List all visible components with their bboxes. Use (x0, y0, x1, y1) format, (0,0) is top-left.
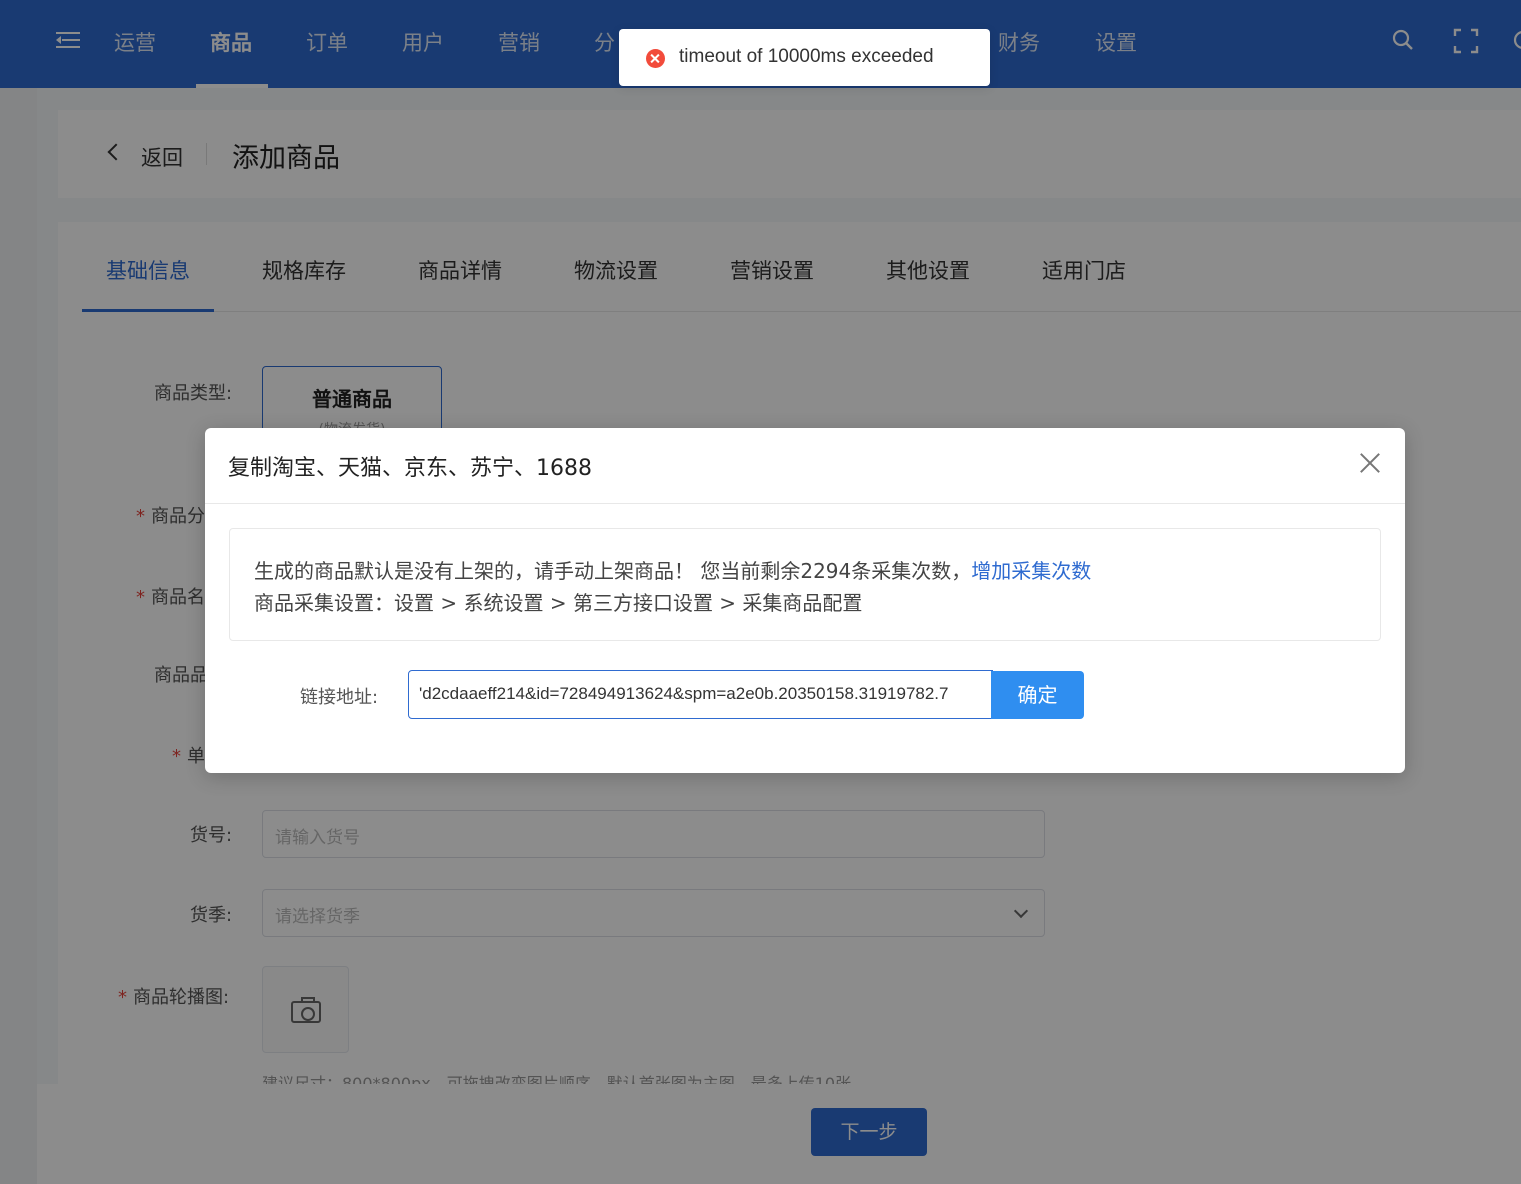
notice-box: 生成的商品默认是没有上架的，请手动上架商品！ 您当前剩余2294条采集次数，增加… (229, 528, 1381, 641)
toast-message: timeout of 10000ms exceeded (679, 46, 934, 67)
close-icon[interactable] (1357, 450, 1383, 476)
link-address-input[interactable]: 'd2cdaaeff214&id=728494913624&spm=a2e0b.… (408, 670, 993, 719)
confirm-button[interactable]: 确定 (991, 671, 1084, 719)
link-address-label: 链接地址: (300, 687, 379, 708)
error-icon (646, 49, 665, 68)
dialog-divider (205, 503, 1405, 504)
notice-line-1: 生成的商品默认是没有上架的，请手动上架商品！ 您当前剩余2294条采集次数，增加… (254, 559, 1092, 583)
notice-line-2: 商品采集设置：设置 > 系统设置 > 第三方接口设置 > 采集商品配置 (254, 591, 863, 615)
dialog-title: 复制淘宝、天猫、京东、苏宁、1688 (228, 456, 592, 481)
copy-product-dialog: 复制淘宝、天猫、京东、苏宁、1688 生成的商品默认是没有上架的，请手动上架商品… (205, 428, 1405, 773)
add-collect-times-link[interactable]: 增加采集次数 (971, 559, 1091, 583)
error-toast: timeout of 10000ms exceeded (619, 29, 990, 86)
